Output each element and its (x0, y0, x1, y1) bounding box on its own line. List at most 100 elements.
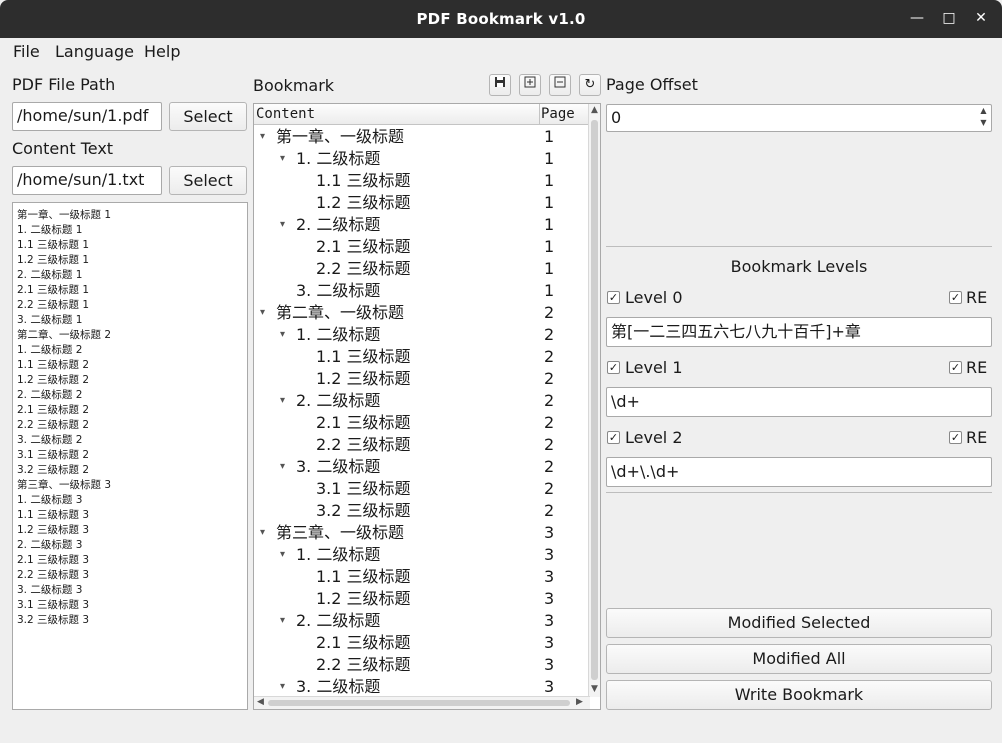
refresh-icon[interactable]: ↻ (579, 74, 601, 96)
expand-arrow-icon[interactable]: ▾ (280, 544, 285, 566)
tree-row[interactable]: 1.1 三级标题 2 (254, 346, 590, 368)
tree-vertical-scrollbar[interactable]: ▲ ▼ (588, 104, 600, 697)
content-line: 3.2 三级标题 3 (17, 614, 90, 626)
spin-up-icon[interactable]: ▲ (976, 105, 991, 117)
content-line: 3.1 三级标题 3 (17, 599, 90, 611)
content-line: 2. 二级标题 2 (17, 389, 83, 401)
tree-row[interactable]: 1.2 三级标题 1 (254, 192, 590, 214)
level-0-pattern-input[interactable]: 第[一二三四五六七八九十百千]+章 (606, 317, 992, 347)
tree-row[interactable]: 1.2 三级标题 3 (254, 588, 590, 610)
column-divider (539, 104, 540, 125)
scroll-up-icon[interactable]: ▲ (591, 105, 598, 115)
content-path-input[interactable]: /home/sun/1.txt (12, 166, 162, 195)
level-2-pattern-input[interactable]: \d+\.\d+ (606, 457, 992, 487)
tree-horizontal-scrollbar[interactable]: ◀ ▶ (254, 696, 590, 709)
content-line: 1. 二级标题 2 (17, 344, 83, 356)
tree-row-title: 2. 二级标题 (296, 215, 381, 234)
tree-row-title: 第一章、一级标题 (276, 127, 405, 146)
bookmark-tree[interactable]: Content Page ▾ 第一章、一级标题 1 ▾ 1. 二级标题 1 1.1 三级标题… (253, 103, 601, 710)
write-bookmark-button[interactable]: Write Bookmark (606, 680, 992, 710)
level-1-pattern-input[interactable]: \d+ (606, 387, 992, 417)
tree-row[interactable]: ▾ 3. 二级标题 2 (254, 456, 590, 478)
level-1-re-checkbox[interactable]: ✓ (949, 361, 962, 374)
content-textarea[interactable]: 第一章、一级标题 1 1. 二级标题 1 1.1 三级标题 1 1.2 三级标题 1 2… (12, 202, 248, 710)
page-offset-input[interactable]: 0 (606, 104, 992, 132)
tree-row[interactable]: ▾ 第一章、一级标题 1 (254, 126, 590, 148)
level-2-re-checkbox[interactable]: ✓ (949, 431, 962, 444)
content-line: 2.2 三级标题 2 (17, 419, 90, 431)
tree-row-title: 第三章、一级标题 (276, 523, 405, 542)
save-icon[interactable] (489, 74, 511, 96)
column-page-header[interactable]: Page (541, 106, 575, 122)
tree-row[interactable]: 2.2 三级标题 2 (254, 434, 590, 456)
tree-row[interactable]: 1.1 三级标题 1 (254, 170, 590, 192)
tree-row-page: 2 (544, 501, 555, 520)
maximize-icon[interactable]: □ (940, 9, 958, 27)
spin-down-icon[interactable]: ▼ (976, 117, 991, 129)
level-2-checkbox[interactable]: ✓ (607, 431, 620, 444)
scroll-right-icon[interactable]: ▶ (576, 697, 583, 707)
horizontal-scroll-thumb[interactable] (268, 700, 570, 706)
expand-arrow-icon[interactable]: ▾ (280, 390, 285, 412)
expand-all-icon[interactable] (519, 74, 541, 96)
select-pdf-button[interactable]: Select (169, 102, 247, 131)
tree-row[interactable]: 3. 二级标题 1 (254, 280, 590, 302)
tree-row-page: 1 (544, 127, 555, 146)
menu-language[interactable]: Language (55, 42, 134, 61)
select-content-button[interactable]: Select (169, 166, 247, 195)
tree-row[interactable]: ▾ 1. 二级标题 2 (254, 324, 590, 346)
tree-row-page: 1 (544, 193, 555, 212)
pdf-path-input[interactable]: /home/sun/1.pdf (12, 102, 162, 131)
expand-arrow-icon[interactable]: ▾ (280, 676, 285, 698)
close-icon[interactable]: ✕ (972, 9, 990, 27)
expand-arrow-icon[interactable]: ▾ (280, 610, 285, 632)
expand-arrow-icon[interactable]: ▾ (260, 126, 265, 148)
tree-row[interactable]: 2.1 三级标题 2 (254, 412, 590, 434)
tree-row[interactable]: ▾ 2. 二级标题 2 (254, 390, 590, 412)
level-0-checkbox[interactable]: ✓ (607, 291, 620, 304)
expand-arrow-icon[interactable]: ▾ (280, 148, 285, 170)
tree-row[interactable]: 3.2 三级标题 2 (254, 500, 590, 522)
expand-arrow-icon[interactable]: ▾ (280, 456, 285, 478)
tree-row[interactable]: 1.1 三级标题 3 (254, 566, 590, 588)
tree-row-title: 1.2 三级标题 (316, 589, 411, 608)
level-1-re-label: RE (966, 358, 988, 377)
expand-arrow-icon[interactable]: ▾ (280, 324, 285, 346)
tree-row-page: 1 (544, 149, 555, 168)
tree-row[interactable]: 2.1 三级标题 3 (254, 632, 590, 654)
tree-row[interactable]: 2.1 三级标题 1 (254, 236, 590, 258)
expand-arrow-icon[interactable]: ▾ (260, 522, 265, 544)
tree-row-title: 1. 二级标题 (296, 149, 381, 168)
tree-row[interactable]: ▾ 2. 二级标题 1 (254, 214, 590, 236)
content-line: 3. 二级标题 3 (17, 584, 83, 596)
tree-row-title: 1.2 三级标题 (316, 193, 411, 212)
expand-arrow-icon[interactable]: ▾ (260, 302, 265, 324)
content-line: 1. 二级标题 1 (17, 224, 83, 236)
vertical-scroll-thumb[interactable] (591, 120, 598, 680)
tree-row[interactable]: 3.1 三级标题 2 (254, 478, 590, 500)
tree-row[interactable]: ▾ 2. 二级标题 3 (254, 610, 590, 632)
scroll-down-icon[interactable]: ▼ (591, 684, 598, 694)
tree-row[interactable]: 2.2 三级标题 3 (254, 654, 590, 676)
tree-row[interactable]: ▾ 第三章、一级标题 3 (254, 522, 590, 544)
expand-arrow-icon[interactable]: ▾ (280, 214, 285, 236)
tree-row[interactable]: 2.2 三级标题 1 (254, 258, 590, 280)
level-0-re-checkbox[interactable]: ✓ (949, 291, 962, 304)
tree-row[interactable]: 1.2 三级标题 2 (254, 368, 590, 390)
tree-row[interactable]: ▾ 1. 二级标题 1 (254, 148, 590, 170)
column-content-header[interactable]: Content (256, 106, 315, 122)
collapse-all-icon[interactable] (549, 74, 571, 96)
menu-help[interactable]: Help (144, 42, 180, 61)
modified-all-button[interactable]: Modified All (606, 644, 992, 674)
level-1-checkbox[interactable]: ✓ (607, 361, 620, 374)
minimize-icon[interactable]: — (908, 9, 926, 27)
tree-row-page: 2 (544, 435, 555, 454)
tree-row[interactable]: ▾ 1. 二级标题 3 (254, 544, 590, 566)
offset-spinner[interactable]: ▲ ▼ (976, 105, 991, 131)
scroll-left-icon[interactable]: ◀ (257, 697, 264, 707)
tree-row-title: 1.1 三级标题 (316, 171, 411, 190)
tree-row[interactable]: ▾ 第二章、一级标题 2 (254, 302, 590, 324)
tree-row[interactable]: ▾ 3. 二级标题 3 (254, 676, 590, 698)
modified-selected-button[interactable]: Modified Selected (606, 608, 992, 638)
menu-file[interactable]: File (13, 42, 40, 61)
